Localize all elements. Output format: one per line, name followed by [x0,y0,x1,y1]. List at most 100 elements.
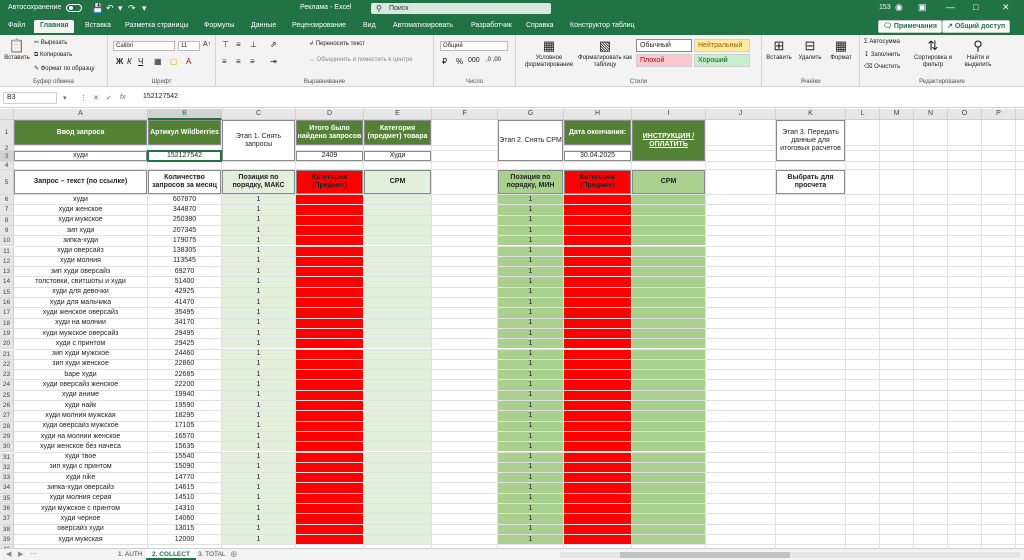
scroll-thumb[interactable] [620,552,790,558]
close-icon[interactable]: ✕ [1002,2,1010,13]
table-row-category-max[interactable] [296,411,363,421]
sheet-tab-collect[interactable]: 2. COLLECT [146,549,196,560]
share-button[interactable]: ↗ Общий доступ [942,20,1011,33]
align-top-icon[interactable]: ⊤ [222,40,229,49]
table-row-cpm-min[interactable] [632,215,705,225]
cell-i1-instruction-link[interactable]: ИНСТРУКЦИЯ / ОПЛАТИТЬ [632,120,705,161]
style-normal[interactable]: Обычный [636,39,692,52]
table-row-category-min[interactable] [564,277,631,287]
customize-qat-icon[interactable]: ▾ [142,3,147,13]
table-row-position-min[interactable]: 1 [498,256,563,267]
row-header-7[interactable]: 7 [0,205,14,216]
table-row-position-max[interactable]: 1 [222,205,295,215]
style-good[interactable]: Хороший [694,54,750,67]
table-row-category-max[interactable] [296,349,363,359]
table-row-cpm-min[interactable] [632,401,705,411]
row-header-16[interactable]: 16 [0,298,14,309]
table-row-position-min[interactable]: 1 [498,205,563,215]
table-row-count[interactable]: 207345 [148,226,221,235]
table-row-category-min[interactable] [564,462,631,473]
table-row-count[interactable]: 22860 [148,360,221,369]
table-row-category-min[interactable] [564,349,631,359]
orientation-icon[interactable]: ⇗ [270,40,277,49]
table-row-count[interactable]: 607870 [148,195,221,204]
table-row-count[interactable]: 15540 [148,453,221,462]
table-row-category-min[interactable] [564,308,631,318]
merge-center-button[interactable]: ↔ Объединить и поместить в центре [309,57,413,63]
table-row-cpm-max[interactable] [364,442,431,452]
percent-icon[interactable]: % [456,57,463,66]
table-row-cpm-max[interactable] [364,277,431,287]
table-row-category-max[interactable] [296,514,363,524]
table-row-count[interactable]: 14615 [148,483,221,492]
table-row-position-min[interactable]: 1 [498,267,563,277]
table-row-position-min[interactable]: 1 [498,298,563,308]
table-row-cpm-max[interactable] [364,195,431,205]
table-row-cpm-min[interactable] [632,256,705,267]
cell-a5-query-header[interactable]: Запрос – текст (по ссылке) [14,170,147,194]
table-row-category-min[interactable] [564,225,631,236]
table-row-cpm-max[interactable] [364,380,431,390]
cell-g5-position-min-header[interactable]: Позиция по порядку, МИН [498,170,563,194]
table-row-category-max[interactable] [296,256,363,267]
namebox-dropdown-icon[interactable]: ▾ [63,94,67,102]
row-header-21[interactable]: 21 [0,349,14,360]
format-cells-button[interactable]: ▦ Формат [826,38,856,62]
tab-review[interactable]: Рецензирование [292,22,346,29]
align-bottom-icon[interactable]: ⊥ [250,40,257,49]
table-row-position-max[interactable]: 1 [222,246,295,256]
table-row-cpm-min[interactable] [632,267,705,277]
table-row-cpm-max[interactable] [364,411,431,421]
cell-c5-position-max-header[interactable]: Позиция по порядку, МАКС [222,170,295,194]
minimize-icon[interactable]: — [946,2,955,12]
table-row-category-min[interactable] [564,318,631,328]
table-row-cpm-min[interactable] [632,473,705,483]
increase-font-icon[interactable]: A↑ [203,41,211,48]
table-row-cpm-max[interactable] [364,308,431,318]
table-row-position-max[interactable]: 1 [222,462,295,473]
table-row-category-max[interactable] [296,504,363,514]
table-row-category-max[interactable] [296,452,363,462]
table-row-category-max[interactable] [296,339,363,349]
undo-dropdown-icon[interactable]: ▾ [118,3,123,13]
borders-icon[interactable]: ▦ [154,57,162,66]
horizontal-scrollbar[interactable] [560,552,1020,558]
table-row-count[interactable]: 14510 [148,494,221,503]
comments-button[interactable]: 🗨 Примечания [878,20,942,33]
table-row-category-max[interactable] [296,287,363,297]
table-row-cpm-min[interactable] [632,236,705,246]
table-row-category-min[interactable] [564,195,631,205]
table-row-position-max[interactable]: 1 [222,483,295,493]
maximize-icon[interactable]: □ [973,2,978,12]
table-row-position-min[interactable]: 1 [498,483,563,493]
table-row-query[interactable]: худи на молнии [14,319,147,328]
row-header-10[interactable]: 10 [0,236,14,247]
table-row-category-min[interactable] [564,483,631,493]
cell-b1-article[interactable]: Артикул Wildberries [148,120,221,145]
table-row-position-max[interactable]: 1 [222,514,295,524]
table-row-position-min[interactable]: 1 [498,390,563,400]
row-header-19[interactable]: 19 [0,328,14,340]
table-row-cpm-max[interactable] [364,328,431,339]
column-header-o[interactable]: O [948,109,982,120]
table-row-category-max[interactable] [296,401,363,411]
table-row-count[interactable]: 19940 [148,391,221,400]
column-header-d[interactable]: D [296,109,364,120]
align-left-icon[interactable]: ≡ [222,57,227,66]
table-row-cpm-max[interactable] [364,298,431,308]
table-row-cpm-min[interactable] [632,411,705,421]
column-header-g[interactable]: G [498,109,564,120]
cell-g1-stage2-button[interactable]: Этап 2. Снять CPM [498,120,563,161]
table-row-cpm-min[interactable] [632,287,705,297]
table-row-category-min[interactable] [564,493,631,503]
table-row-category-min[interactable] [564,246,631,256]
table-row-query[interactable]: худи оверсайз мужское [14,422,147,431]
row-header-15[interactable]: 15 [0,287,14,298]
paste-button[interactable]: 📋 Вставить [3,38,31,62]
table-row-category-max[interactable] [296,298,363,308]
table-row-category-min[interactable] [564,267,631,277]
row-header-1[interactable]: 1 [0,120,14,146]
name-box[interactable]: B3 [3,92,57,104]
cell-k5-select-header[interactable]: Выбрать для просчета [776,170,845,194]
table-row-query[interactable]: оверсайз худи [14,525,147,534]
